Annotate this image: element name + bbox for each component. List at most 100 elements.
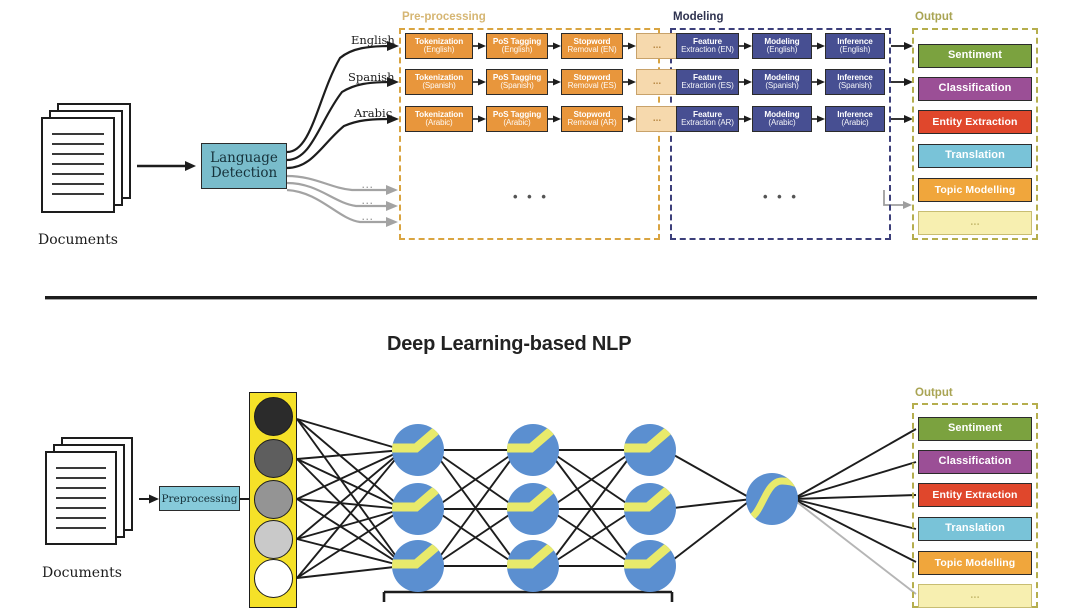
preprocessing-box-r1c3: ... xyxy=(636,69,678,95)
deep-preprocessing-box: Preprocessing xyxy=(159,486,240,511)
deep-output-topic-modelling-label: Topic Modelling xyxy=(934,556,1016,569)
language-extra-row-2: ... xyxy=(362,196,375,206)
md-r0c2-line2: (English) xyxy=(839,45,871,55)
md-r2c2-line2: (Arabic) xyxy=(841,118,869,128)
md-r1c0-line2: Extraction (ES) xyxy=(681,81,734,91)
preprocessing-box-r2c3: ... xyxy=(636,106,678,132)
classic-output-entity-extraction: Entity Extraction xyxy=(918,110,1032,134)
deep-output-entity-extraction: Entity Extraction xyxy=(918,483,1032,507)
edges-hidden3-to-output-neuron xyxy=(664,449,753,567)
preprocessing-box-r0c3: ... xyxy=(636,33,678,59)
sigmoid-icon xyxy=(746,473,798,525)
section-divider xyxy=(45,296,1037,300)
modeling-box-r1c2: Inference (Spanish) xyxy=(825,69,885,95)
group-preprocessing xyxy=(399,28,660,240)
pp-r0c0-line2: (English) xyxy=(423,45,455,55)
group-modeling xyxy=(670,28,891,240)
preprocessing-box-r2c2: Stopword Removal (AR) xyxy=(561,106,623,132)
classic-output-translation-label: Translation xyxy=(945,149,1005,162)
pp-r2c0-line2: (Arabic) xyxy=(425,118,453,128)
classic-output-more: ... xyxy=(918,211,1032,235)
modeling-box-r2c2: Inference (Arabic) xyxy=(825,106,885,132)
edges-output-neuron-to-results xyxy=(792,428,917,563)
group-modeling-label: Modeling xyxy=(673,11,724,23)
edges-hidden2-to-hidden3 xyxy=(547,449,636,567)
pp-r0c1-line2: (English) xyxy=(501,45,533,55)
language-label-arabic: Arabic xyxy=(354,106,393,120)
modeling-box-r2c1: Modeling (Arabic) xyxy=(752,106,812,132)
pp-r0c3-line1: ... xyxy=(652,39,662,51)
deep-output-translation: Translation xyxy=(918,517,1032,541)
preprocessing-box-r0c1: PoS Tagging (English) xyxy=(486,33,548,59)
md-r2c1-line2: (Arabic) xyxy=(768,118,796,128)
relu-icon xyxy=(624,483,676,535)
md-r0c1-line2: (English) xyxy=(766,45,798,55)
arrow-deep-docs-to-preprocessing xyxy=(139,494,159,504)
deep-output-more-label: ... xyxy=(970,589,980,602)
edges-input-to-hidden1 xyxy=(296,418,404,579)
classic-output-more-label: ... xyxy=(970,216,980,229)
classic-output-classification: Classification xyxy=(918,77,1032,101)
preprocessing-ellipsis: • • • xyxy=(513,189,549,204)
relu-icon xyxy=(507,483,559,535)
md-r1c1-line2: (Spanish) xyxy=(765,81,799,91)
classic-output-topic-modelling: Topic Modelling xyxy=(918,178,1032,202)
language-detection-box: Language Detection xyxy=(201,143,287,189)
language-detection-line1: Language xyxy=(210,149,278,166)
page-title: Deep Learning-based NLP xyxy=(387,333,632,355)
edges-hidden1-to-hidden2 xyxy=(432,449,519,567)
classic-output-sentiment: Sentiment xyxy=(918,44,1032,68)
group-output-label: Output xyxy=(915,11,953,23)
preprocessing-box-r2c1: PoS Tagging (Arabic) xyxy=(486,106,548,132)
deep-output-classification-label: Classification xyxy=(938,455,1012,468)
relu-icon xyxy=(392,424,444,476)
modeling-box-r1c1: Modeling (Spanish) xyxy=(752,69,812,95)
classic-output-sentiment-label: Sentiment xyxy=(947,49,1003,62)
language-branch-arrowheads-faded xyxy=(386,185,398,227)
md-r0c0-line2: Extraction (EN) xyxy=(681,45,734,55)
deep-output-more: ... xyxy=(918,584,1032,608)
pp-r1c3-line1: ... xyxy=(652,75,662,87)
arrow-documents-to-language-detection xyxy=(137,161,196,171)
language-label-english: English xyxy=(351,33,395,47)
classic-documents-caption: Documents xyxy=(38,232,118,248)
classic-output-translation: Translation xyxy=(918,144,1032,168)
deep-documents-caption: Documents xyxy=(42,565,122,581)
relu-icon xyxy=(507,424,559,476)
classic-output-classification-label: Classification xyxy=(938,82,1012,95)
pp-r1c0-line2: (Spanish) xyxy=(422,81,456,91)
md-r1c2-line2: (Spanish) xyxy=(838,81,872,91)
deep-output-sentiment-label: Sentiment xyxy=(947,422,1003,435)
language-branch-curves-faded xyxy=(286,174,390,224)
classic-output-entity-extraction-label: Entity Extraction xyxy=(932,115,1018,128)
input-node-3 xyxy=(254,480,293,519)
hidden-neurons xyxy=(392,424,676,592)
deep-output-classification: Classification xyxy=(918,450,1032,474)
input-node-2 xyxy=(254,439,293,478)
pp-r2c3-line1: ... xyxy=(652,112,662,124)
preprocessing-box-r2c0: Tokenization (Arabic) xyxy=(405,106,473,132)
hidden-layers-bracket xyxy=(382,590,674,602)
deep-output-translation-label: Translation xyxy=(945,522,1005,535)
md-r2c0-line2: Extraction (AR) xyxy=(681,118,734,128)
deep-output-entity-extraction-label: Entity Extraction xyxy=(932,488,1018,501)
modeling-box-r0c2: Inference (English) xyxy=(825,33,885,59)
modeling-box-r2c0: Feature Extraction (AR) xyxy=(676,106,739,132)
input-node-5 xyxy=(254,559,293,598)
modeling-ellipsis: • • • xyxy=(763,189,799,204)
pp-r1c2-line2: Removal (ES) xyxy=(567,81,617,91)
preprocessing-box-r0c0: Tokenization (English) xyxy=(405,33,473,59)
language-label-spanish: Spanish xyxy=(348,70,395,84)
input-node-1 xyxy=(254,397,293,436)
nlp-pipeline-diagram: Language Detection Documents English Spa… xyxy=(0,0,1080,608)
relu-icon xyxy=(624,540,676,592)
relu-icon xyxy=(624,424,676,476)
modeling-box-r0c1: Modeling (English) xyxy=(752,33,812,59)
deep-preprocessing-label: Preprocessing xyxy=(161,492,238,505)
relu-icon xyxy=(507,540,559,592)
preprocessing-box-r1c0: Tokenization (Spanish) xyxy=(405,69,473,95)
classic-output-topic-modelling-label: Topic Modelling xyxy=(934,183,1016,196)
preprocessing-box-r1c1: PoS Tagging (Spanish) xyxy=(486,69,548,95)
pp-r2c2-line2: Removal (AR) xyxy=(567,118,617,128)
deep-output-sentiment: Sentiment xyxy=(918,417,1032,441)
